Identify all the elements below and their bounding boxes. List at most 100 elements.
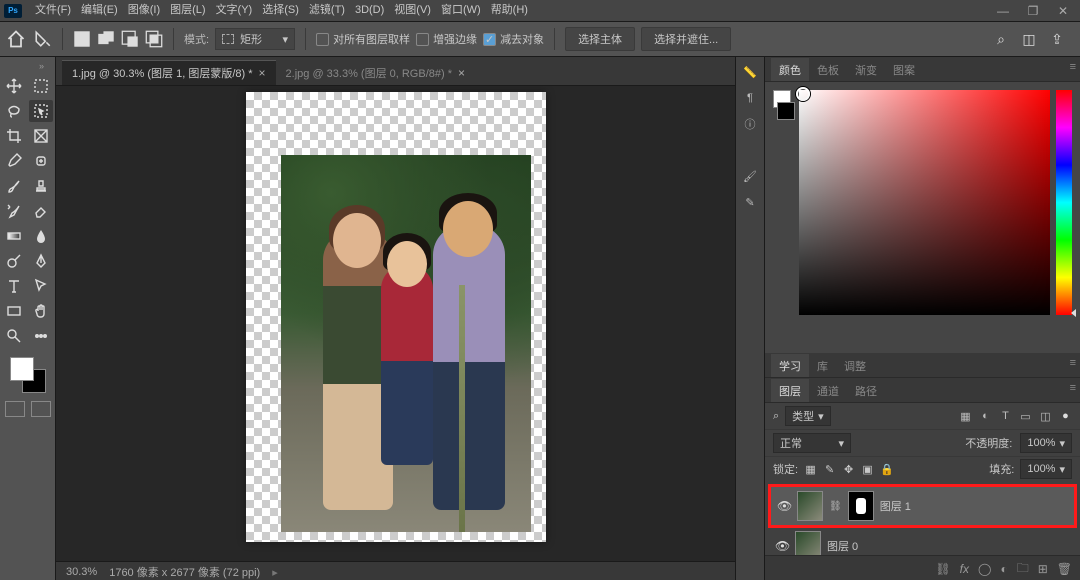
- opacity-input[interactable]: 100%▾: [1020, 433, 1072, 453]
- brush-tool[interactable]: [2, 175, 26, 197]
- tab-learn[interactable]: 学习: [771, 354, 809, 377]
- color-bg-swatch[interactable]: [777, 102, 795, 120]
- new-group-icon[interactable]: 🗀: [1017, 559, 1029, 580]
- filter-adjustment-icon[interactable]: ◐: [979, 410, 992, 423]
- document-tab-1[interactable]: 1.jpg @ 30.3% (图层 1, 图层蒙版/8) *×: [62, 60, 276, 85]
- eraser-tool[interactable]: [29, 200, 53, 222]
- filter-smart-icon[interactable]: ◫: [1039, 410, 1052, 423]
- filter-shape-icon[interactable]: ▭: [1019, 410, 1032, 423]
- layer-thumbnail[interactable]: [795, 531, 821, 555]
- new-layer-icon[interactable]: ⊞: [1038, 562, 1048, 576]
- path-selection-tool[interactable]: [29, 275, 53, 297]
- canvas[interactable]: [246, 92, 546, 542]
- type-tool[interactable]: [2, 275, 26, 297]
- layer-name[interactable]: 图层 0: [827, 538, 858, 554]
- panel-menu-icon[interactable]: ≡: [1070, 382, 1076, 394]
- edit-toolbar[interactable]: [29, 325, 53, 347]
- history-brush-tool[interactable]: [2, 200, 26, 222]
- layer-style-icon[interactable]: fx: [960, 562, 969, 576]
- tab-adjustments[interactable]: 调整: [836, 354, 874, 377]
- intersect-selection-icon[interactable]: [145, 30, 163, 48]
- link-layers-icon[interactable]: ⛓: [935, 562, 950, 576]
- sample-all-layers-checkbox[interactable]: 对所有图层取样: [316, 31, 410, 47]
- filter-type-icon[interactable]: T: [999, 410, 1012, 423]
- menu-file[interactable]: 文件(F): [30, 0, 76, 21]
- quick-mask-icon[interactable]: [5, 401, 25, 417]
- ruler-icon[interactable]: 📏: [741, 63, 759, 81]
- zoom-level[interactable]: 30.3%: [66, 566, 97, 578]
- workspace-icon[interactable]: ◫: [1020, 30, 1038, 48]
- zoom-tool[interactable]: [2, 325, 26, 347]
- mode-combo[interactable]: 矩形▾: [215, 28, 295, 50]
- lock-position-icon[interactable]: ✥: [842, 463, 855, 476]
- menu-edit[interactable]: 编辑(E): [76, 0, 123, 21]
- select-and-mask-button[interactable]: 选择并遮住...: [641, 27, 731, 51]
- menu-window[interactable]: 窗口(W): [436, 0, 486, 21]
- blend-mode-combo[interactable]: 正常▾: [773, 433, 851, 453]
- layer-name[interactable]: 图层 1: [880, 498, 911, 514]
- foreground-swatch[interactable]: [10, 357, 34, 381]
- brushes-icon[interactable]: ✎: [741, 193, 759, 211]
- menu-3d[interactable]: 3D(D): [350, 0, 389, 21]
- lock-transparency-icon[interactable]: ▦: [804, 463, 817, 476]
- stamp-tool[interactable]: [29, 175, 53, 197]
- fill-input[interactable]: 100%▾: [1020, 459, 1072, 479]
- marquee-tool[interactable]: [29, 75, 53, 97]
- paragraph-icon[interactable]: ¶: [741, 89, 759, 107]
- tab-paths[interactable]: 路径: [847, 379, 885, 402]
- object-selection-tool[interactable]: [29, 100, 53, 122]
- healing-tool[interactable]: [29, 150, 53, 172]
- home-icon[interactable]: [6, 29, 26, 49]
- window-restore[interactable]: ❐: [1020, 2, 1046, 20]
- menu-type[interactable]: 文字(Y): [211, 0, 258, 21]
- color-swatches[interactable]: [10, 357, 46, 393]
- dodge-tool[interactable]: [2, 250, 26, 272]
- color-field[interactable]: [799, 90, 1050, 315]
- add-mask-icon[interactable]: ◯: [978, 562, 991, 576]
- tab-patterns[interactable]: 图案: [885, 58, 923, 81]
- layer-row-0[interactable]: 👁 图层 0: [769, 527, 1076, 555]
- layer-mask-thumbnail[interactable]: [848, 491, 874, 521]
- tab-layers[interactable]: 图层: [771, 379, 809, 402]
- window-close[interactable]: ✕: [1050, 2, 1076, 20]
- window-minimize[interactable]: —: [990, 2, 1016, 20]
- tool-preset-icon[interactable]: [34, 30, 52, 48]
- filter-pixel-icon[interactable]: ▦: [959, 410, 972, 423]
- layer-kind-combo[interactable]: 类型▾: [785, 406, 831, 426]
- lock-pixels-icon[interactable]: ✎: [823, 463, 836, 476]
- menu-filter[interactable]: 滤镜(T): [304, 0, 350, 21]
- new-selection-icon[interactable]: [73, 30, 91, 48]
- hand-tool[interactable]: [29, 300, 53, 322]
- tab-gradients[interactable]: 渐变: [847, 58, 885, 81]
- hue-slider[interactable]: [1056, 90, 1072, 315]
- pen-tool[interactable]: [29, 250, 53, 272]
- tab-libraries[interactable]: 库: [809, 354, 836, 377]
- visibility-toggle-icon[interactable]: 👁: [775, 539, 789, 553]
- crop-tool[interactable]: [2, 125, 26, 147]
- toolbox-collapse-icon[interactable]: »: [39, 61, 51, 73]
- menu-image[interactable]: 图像(I): [123, 0, 165, 21]
- canvas-area[interactable]: [56, 86, 735, 561]
- panel-menu-icon[interactable]: ≡: [1070, 61, 1076, 73]
- screen-mode-icon[interactable]: [31, 401, 51, 417]
- layer-thumbnail[interactable]: [797, 491, 823, 521]
- subtract-selection-icon[interactable]: [121, 30, 139, 48]
- lock-artboard-icon[interactable]: ▣: [861, 463, 874, 476]
- frame-tool[interactable]: [29, 125, 53, 147]
- tab-channels[interactable]: 通道: [809, 379, 847, 402]
- subtract-object-checkbox[interactable]: ✓减去对象: [483, 31, 544, 47]
- panel-menu-icon[interactable]: ≡: [1070, 357, 1076, 369]
- eyedropper-tool[interactable]: [2, 150, 26, 172]
- select-subject-button[interactable]: 选择主体: [565, 27, 635, 51]
- gradient-tool[interactable]: [2, 225, 26, 247]
- delete-layer-icon[interactable]: 🗑: [1057, 562, 1072, 576]
- menu-help[interactable]: 帮助(H): [486, 0, 533, 21]
- tab-swatches[interactable]: 色板: [809, 58, 847, 81]
- close-icon[interactable]: ×: [259, 66, 266, 80]
- menu-view[interactable]: 视图(V): [389, 0, 436, 21]
- layer-row-1[interactable]: 👁 ⛓ 图层 1: [769, 485, 1076, 527]
- filter-toggle-icon[interactable]: ●: [1059, 410, 1072, 423]
- menu-layer[interactable]: 图层(L): [165, 0, 210, 21]
- adjustment-layer-icon[interactable]: ◐: [1000, 562, 1007, 576]
- mask-link-icon[interactable]: ⛓: [829, 501, 842, 512]
